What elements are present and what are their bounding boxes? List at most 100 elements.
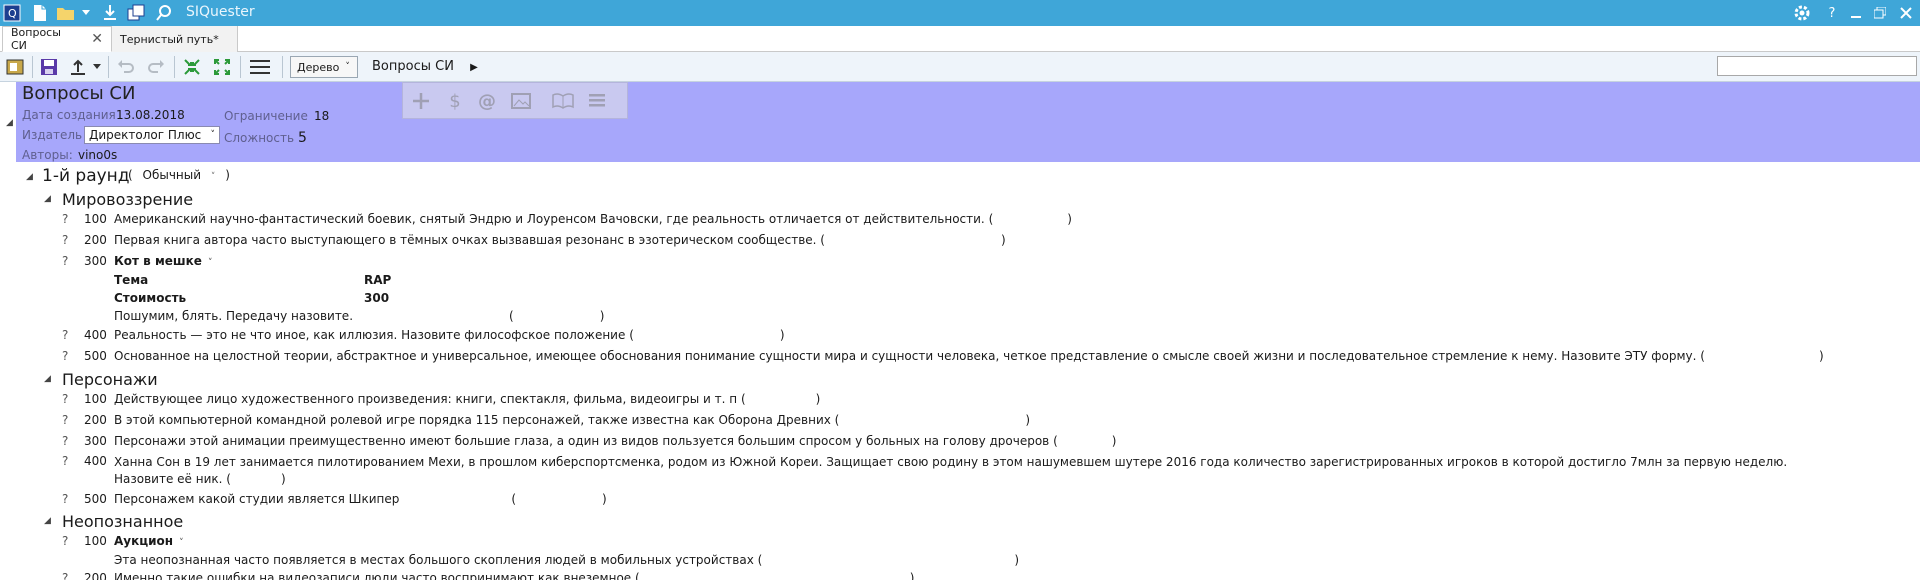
- publisher-select[interactable]: Директолог Плюс ˅: [84, 126, 220, 144]
- answer-field[interactable]: [745, 392, 816, 407]
- question-mark-icon: ?: [62, 534, 69, 548]
- view-mode-select[interactable]: Дерево ˅: [290, 56, 358, 78]
- answer-field[interactable]: [762, 553, 1015, 568]
- collapse-arrow-icon[interactable]: ◢: [6, 118, 13, 128]
- dollar-icon[interactable]: $: [441, 89, 469, 113]
- question-row[interactable]: ? 100 Аукцион ˅: [0, 534, 1920, 552]
- at-sign-icon[interactable]: @: [473, 89, 501, 113]
- answer-field[interactable]: [839, 413, 1026, 428]
- answer-field[interactable]: [230, 472, 281, 487]
- answer-field[interactable]: [633, 328, 780, 343]
- question-text: Основанное на целостной теории, абстракт…: [114, 349, 1824, 364]
- answer-field[interactable]: [513, 309, 600, 324]
- question-mark-icon: ?: [62, 254, 69, 268]
- question-price: 200: [84, 233, 107, 247]
- question-text: Реальность — это не что иное, как иллюзи…: [114, 328, 785, 343]
- breadcrumb-item[interactable]: Вопросы СИ: [372, 59, 454, 74]
- chevron-down-icon[interactable]: [80, 3, 92, 23]
- new-file-icon[interactable]: [30, 3, 50, 23]
- list-icon[interactable]: [583, 89, 611, 113]
- search-input[interactable]: [1717, 56, 1917, 76]
- theme-title[interactable]: Мировоззрение: [62, 190, 193, 209]
- difficulty-value[interactable]: 5: [298, 130, 307, 146]
- book-icon[interactable]: [549, 89, 577, 113]
- question-mark-icon: ?: [62, 349, 69, 363]
- restriction-value[interactable]: 18: [314, 109, 329, 123]
- question-price: 400: [84, 328, 107, 342]
- question-text: Американский научно-фантастический боеви…: [114, 212, 1072, 227]
- package-title[interactable]: Вопросы СИ: [22, 83, 135, 104]
- question-row[interactable]: ? 400 Реальность — это не что иное, как …: [0, 328, 1920, 346]
- question-row[interactable]: ? 400 Ханна Сон в 19 лет занимается пило…: [0, 454, 1920, 490]
- question-row[interactable]: Пошумим, блять. Передачу назовите.(): [0, 309, 1920, 327]
- cost-field-value[interactable]: 300: [364, 291, 389, 305]
- toolbar-separator: [282, 56, 283, 78]
- collapse-arrow-icon[interactable]: ◢: [44, 194, 51, 204]
- chevron-down-icon[interactable]: [92, 55, 102, 79]
- theme-title[interactable]: Персонажи: [62, 370, 158, 389]
- windows-icon[interactable]: [126, 3, 146, 23]
- restore-icon[interactable]: [1868, 2, 1892, 24]
- settings-gear-icon[interactable]: [1790, 2, 1814, 24]
- save-icon[interactable]: [37, 55, 61, 79]
- question-row[interactable]: ? 200 Первая книга автора часто выступаю…: [0, 233, 1920, 251]
- question-row[interactable]: ? 100 Американский научно-фантастический…: [0, 212, 1920, 230]
- round-type-select[interactable]: ( Обычный ˅ ): [128, 168, 230, 182]
- collapse-arrow-icon[interactable]: ◢: [44, 516, 51, 526]
- open-folder-icon[interactable]: [56, 3, 76, 23]
- download-icon[interactable]: [100, 3, 120, 23]
- question-price: 400: [84, 454, 107, 468]
- close-window-icon[interactable]: [1894, 2, 1918, 24]
- question-row[interactable]: ? 500 Персонажем какой студии является Ш…: [0, 492, 1920, 510]
- import-icon[interactable]: [3, 55, 27, 79]
- redo-icon[interactable]: [144, 55, 168, 79]
- answer-field[interactable]: [1057, 434, 1112, 449]
- collapse-arrow-icon[interactable]: ◢: [26, 172, 33, 182]
- question-mark-icon: ?: [62, 212, 69, 226]
- answer-field[interactable]: [1704, 349, 1819, 364]
- collapse-all-icon[interactable]: [180, 55, 204, 79]
- question-row[interactable]: ? 300 Кот в мешке ˅: [0, 254, 1920, 272]
- collapse-arrow-icon[interactable]: ◢: [44, 374, 51, 384]
- theme-field-value[interactable]: RAP: [364, 273, 391, 287]
- chevron-down-icon: ˅: [179, 538, 184, 548]
- question-type-select[interactable]: Кот в мешке ˅: [114, 254, 212, 268]
- add-icon[interactable]: [407, 89, 435, 113]
- image-icon[interactable]: [507, 89, 535, 113]
- question-text: Эта неопознанная часто появляется в мест…: [114, 553, 1020, 568]
- question-text: В этой компьютерной командной ролевой иг…: [114, 413, 1031, 428]
- minimize-icon[interactable]: [1844, 2, 1868, 24]
- question-row[interactable]: ? 200 В этой компьютерной командной роле…: [0, 413, 1920, 431]
- question-type-select[interactable]: Аукцион ˅: [114, 534, 184, 548]
- question-row[interactable]: ? 500 Основанное на целостной теории, аб…: [0, 349, 1920, 367]
- help-icon[interactable]: ?: [1820, 2, 1844, 24]
- question-row[interactable]: ? 300 Персонажи этой анимации преимущест…: [0, 434, 1920, 452]
- tab-ternisty-put[interactable]: Тернистый путь*: [112, 26, 238, 52]
- document-tabs: Вопросы СИ ✕ Тернистый путь*: [0, 26, 1920, 52]
- answer-field[interactable]: [993, 212, 1068, 227]
- menu-icon[interactable]: [248, 55, 272, 79]
- cost-field-label: Стоимость: [114, 291, 187, 305]
- tab-voprosy-si[interactable]: Вопросы СИ ✕: [2, 26, 112, 52]
- undo-icon[interactable]: [114, 55, 138, 79]
- answer-field[interactable]: [639, 571, 910, 580]
- round-title[interactable]: 1-й раунд: [42, 166, 130, 186]
- chevron-down-icon: ˅: [207, 258, 213, 268]
- answer-field[interactable]: [824, 233, 1001, 248]
- close-tab-icon[interactable]: ✕: [91, 31, 103, 47]
- toolbar: Дерево ˅ Вопросы СИ ▶: [0, 52, 1920, 82]
- question-price: 200: [84, 571, 107, 580]
- question-row[interactable]: ? 100 Действующее лицо художественного п…: [0, 392, 1920, 410]
- theme-title[interactable]: Неопознанное: [62, 512, 183, 531]
- upload-icon[interactable]: [66, 55, 90, 79]
- title-bar: Q SIQuester ?: [0, 0, 1920, 26]
- answer-field[interactable]: [516, 492, 603, 507]
- breadcrumb[interactable]: Вопросы СИ ▶: [372, 59, 478, 74]
- question-row[interactable]: ? 200 Именно такие ошибки на видеозаписи…: [0, 571, 1920, 580]
- authors-value[interactable]: vino0s: [78, 148, 117, 162]
- search-icon[interactable]: [154, 3, 174, 23]
- question-row[interactable]: Эта неопознанная часто появляется в мест…: [0, 553, 1920, 571]
- breadcrumb-arrow-icon[interactable]: ▶: [470, 62, 478, 73]
- date-value[interactable]: 13.08.2018: [116, 108, 185, 122]
- expand-all-icon[interactable]: [210, 55, 234, 79]
